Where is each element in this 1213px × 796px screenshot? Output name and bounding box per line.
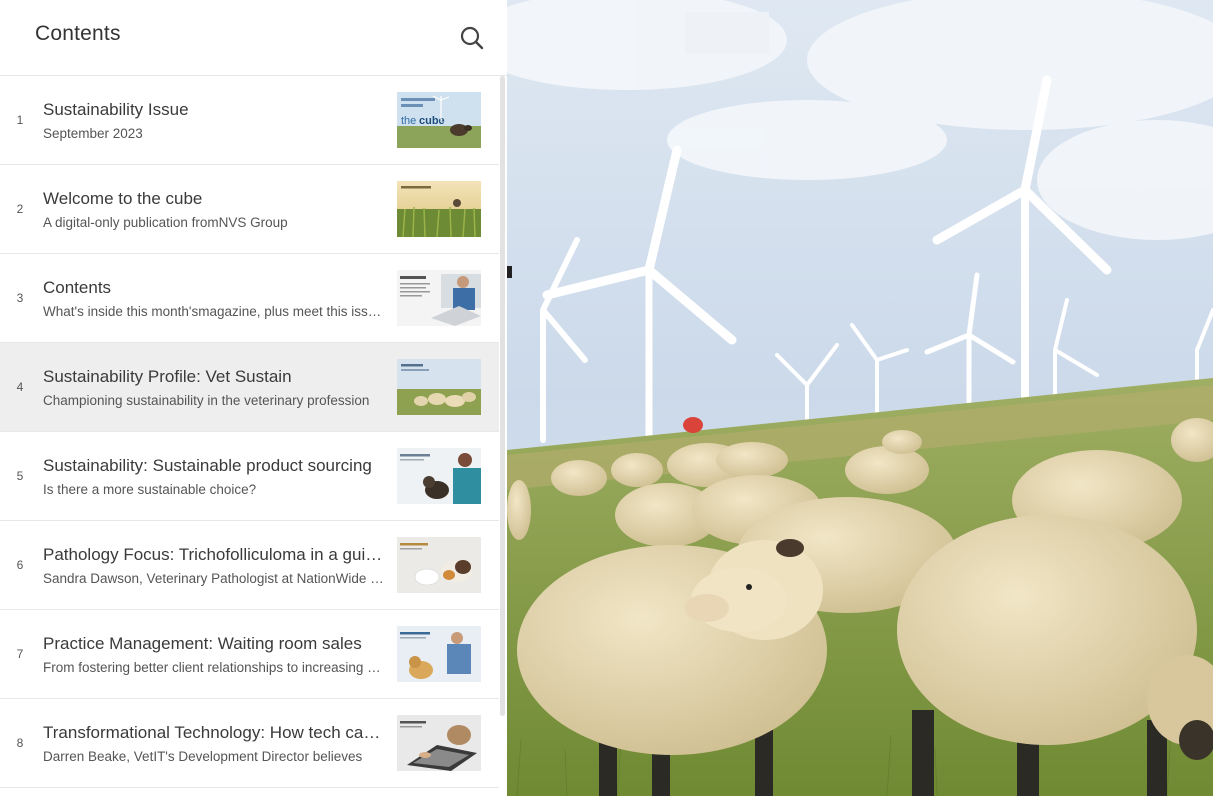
svg-text:the: the — [401, 115, 416, 127]
search-button[interactable] — [458, 24, 486, 52]
item-title: Contents — [43, 278, 112, 297]
item-title: Pathology Focus: Trichofolliculoma in a … — [43, 545, 385, 564]
item-number: 5 — [16, 469, 24, 483]
item-title: Sustainability: Sustainable product sour… — [43, 456, 372, 475]
search-icon — [460, 26, 484, 50]
item-thumbnail — [397, 181, 481, 237]
item-thumbnail: the cube — [397, 92, 481, 148]
item-subtitle: Is there a more sustainable choice? — [43, 482, 257, 497]
sidebar-title: Contents — [35, 22, 121, 45]
item-subtitle: Sandra Dawson, Veterinary Pathologist at… — [43, 571, 385, 586]
item-thumbnail — [397, 715, 481, 771]
hero-image — [507, 0, 1213, 796]
item-title: Welcome to the cube — [43, 189, 203, 208]
contents-list: 1 Sustainability Issue September 2023 th… — [0, 76, 499, 788]
item-subtitle: September 2023 — [43, 126, 143, 141]
item-number: 7 — [16, 647, 24, 661]
contents-item-3[interactable]: 3 Contents What's inside this month'smag… — [0, 254, 499, 343]
contents-sidebar: Contents 1 Sustainability Issue Septembe… — [0, 0, 508, 796]
item-title: Sustainability Issue — [43, 100, 189, 119]
item-number: 2 — [16, 202, 24, 216]
contents-item-7[interactable]: 7 Practice Management: Waiting room sale… — [0, 610, 499, 699]
item-thumbnail — [397, 537, 481, 593]
item-subtitle: Darren Beake, VetIT's Development Direct… — [43, 749, 363, 764]
sidebar-scrollbar[interactable] — [500, 76, 505, 716]
contents-item-1[interactable]: 1 Sustainability Issue September 2023 th… — [0, 76, 499, 165]
item-subtitle: From fostering better client relationshi… — [43, 660, 385, 675]
item-number: 6 — [16, 558, 24, 572]
item-title: Practice Management: Waiting room sales — [43, 634, 362, 653]
item-number: 4 — [16, 380, 24, 394]
contents-item-4[interactable]: 4 Sustainability Profile: Vet Sustain Ch… — [0, 343, 499, 432]
contents-item-8[interactable]: 8 Transformational Technology: How tech … — [0, 699, 499, 788]
item-thumbnail — [397, 359, 481, 415]
item-subtitle: Championing sustainability in the veteri… — [43, 393, 370, 408]
item-subtitle: What's inside this month'smagazine, plus… — [43, 304, 385, 319]
item-number: 8 — [16, 736, 24, 750]
item-number: 1 — [16, 113, 24, 127]
item-title: Sustainability Profile: Vet Sustain — [43, 367, 292, 386]
item-thumbnail — [397, 626, 481, 682]
contents-item-6[interactable]: 6 Pathology Focus: Trichofolliculoma in … — [0, 521, 499, 610]
item-thumbnail — [397, 448, 481, 504]
contents-item-5[interactable]: 5 Sustainability: Sustainable product so… — [0, 432, 499, 521]
item-number: 3 — [16, 291, 24, 305]
contents-item-2[interactable]: 2 Welcome to the cube A digital-only pub… — [0, 165, 499, 254]
item-subtitle: A digital-only publication fromNVS Group — [43, 215, 288, 230]
item-title: Transformational Technology: How tech ca… — [43, 723, 385, 742]
sidebar-header: Contents — [0, 0, 507, 76]
item-thumbnail — [397, 270, 481, 326]
